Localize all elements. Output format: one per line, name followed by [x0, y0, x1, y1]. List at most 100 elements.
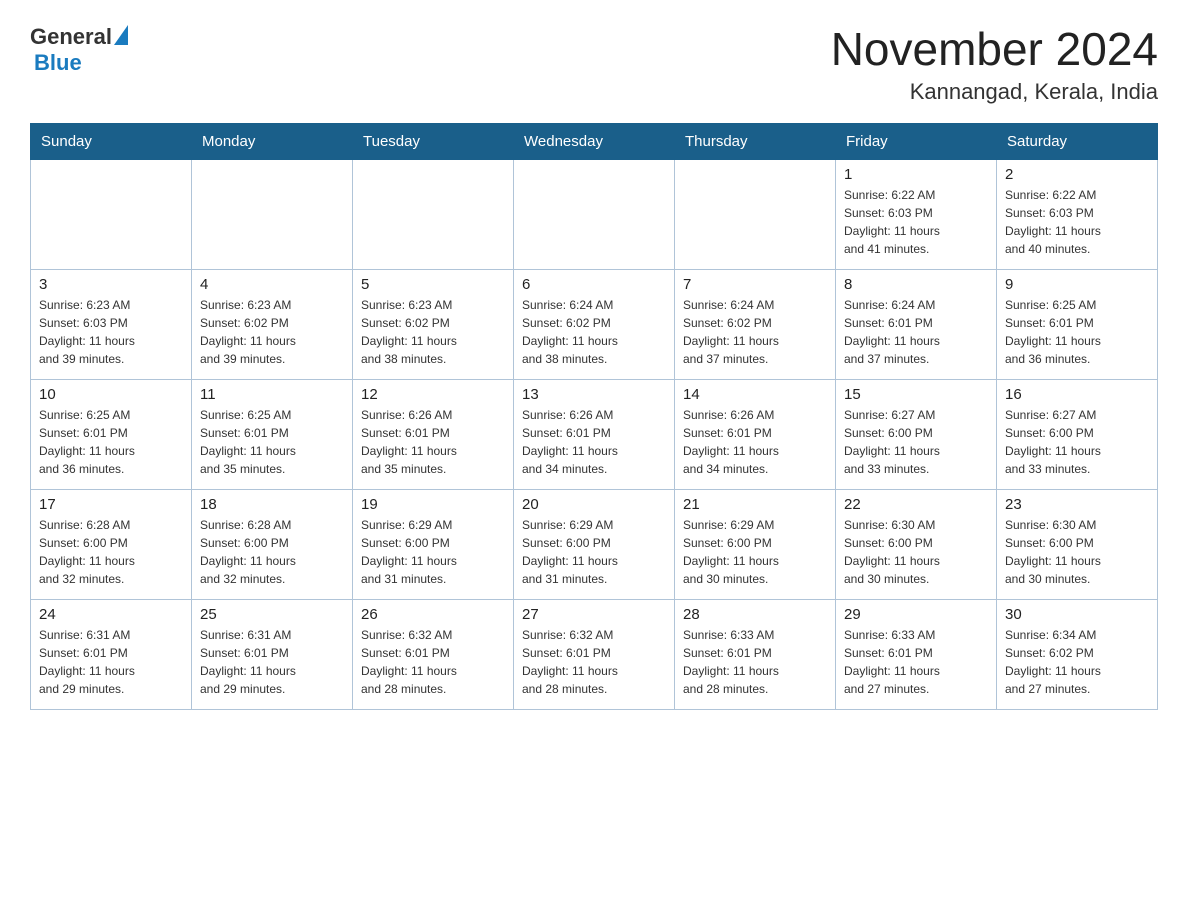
- day-number: 12: [361, 386, 505, 403]
- logo-blue-text: Blue: [34, 50, 128, 76]
- calendar-week-row: 17 Sunrise: 6:28 AMSunset: 6:00 PMDayligh…: [31, 489, 1158, 599]
- weekday-header-tuesday: Tuesday: [353, 123, 514, 159]
- day-info: Sunrise: 6:32 AMSunset: 6:01 PMDaylight:…: [361, 626, 505, 698]
- day-number: 2: [1005, 166, 1149, 183]
- calendar-cell: [31, 159, 192, 269]
- calendar-cell: 16 Sunrise: 6:27 AMSunset: 6:00 PMDayligh…: [997, 379, 1158, 489]
- day-info: Sunrise: 6:31 AMSunset: 6:01 PMDaylight:…: [200, 626, 344, 698]
- day-number: 20: [522, 496, 666, 513]
- calendar-week-row: 3 Sunrise: 6:23 AMSunset: 6:03 PMDaylight…: [31, 269, 1158, 379]
- month-title: November 2024: [831, 24, 1158, 75]
- logo-general-text: General: [30, 24, 112, 50]
- weekday-header-wednesday: Wednesday: [514, 123, 675, 159]
- day-number: 24: [39, 606, 183, 623]
- calendar-cell: 12Sunrise: 6:26 AMSunset: 6:01 PMDayligh…: [353, 379, 514, 489]
- calendar-cell: 19 Sunrise: 6:29 AMSunset: 6:00 PMDayligh…: [353, 489, 514, 599]
- calendar-cell: 1 Sunrise: 6:22 AMSunset: 6:03 PMDaylight…: [836, 159, 997, 269]
- day-info: Sunrise: 6:33 AMSunset: 6:01 PMDaylight:…: [683, 626, 827, 698]
- day-info: Sunrise: 6:32 AMSunset: 6:01 PMDaylight:…: [522, 626, 666, 698]
- calendar-week-row: 1 Sunrise: 6:22 AMSunset: 6:03 PMDaylight…: [31, 159, 1158, 269]
- day-info: Sunrise: 6:28 AMSunset: 6:00 PMDaylight:…: [200, 516, 344, 588]
- calendar-cell: 7 Sunrise: 6:24 AMSunset: 6:02 PMDaylight…: [675, 269, 836, 379]
- day-info: Sunrise: 6:27 AMSunset: 6:00 PMDaylight:…: [844, 406, 988, 478]
- weekday-header-sunday: Sunday: [31, 123, 192, 159]
- calendar-cell: 15Sunrise: 6:27 AMSunset: 6:00 PMDayligh…: [836, 379, 997, 489]
- day-number: 8: [844, 276, 988, 293]
- day-number: 18: [200, 496, 344, 513]
- calendar-cell: 23 Sunrise: 6:30 AMSunset: 6:00 PMDayligh…: [997, 489, 1158, 599]
- day-info: Sunrise: 6:33 AMSunset: 6:01 PMDaylight:…: [844, 626, 988, 698]
- calendar-cell: 4Sunrise: 6:23 AMSunset: 6:02 PMDaylight…: [192, 269, 353, 379]
- day-info: Sunrise: 6:30 AMSunset: 6:00 PMDaylight:…: [1005, 516, 1149, 588]
- day-number: 1: [844, 166, 988, 183]
- calendar-week-row: 10 Sunrise: 6:25 AMSunset: 6:01 PMDayligh…: [31, 379, 1158, 489]
- day-info: Sunrise: 6:25 AMSunset: 6:01 PMDaylight:…: [1005, 296, 1149, 368]
- day-info: Sunrise: 6:29 AMSunset: 6:00 PMDaylight:…: [361, 516, 505, 588]
- day-number: 19: [361, 496, 505, 513]
- day-info: Sunrise: 6:22 AMSunset: 6:03 PMDaylight:…: [844, 186, 988, 258]
- calendar-week-row: 24 Sunrise: 6:31 AMSunset: 6:01 PMDayligh…: [31, 599, 1158, 709]
- calendar-cell: 28 Sunrise: 6:33 AMSunset: 6:01 PMDayligh…: [675, 599, 836, 709]
- day-number: 23: [1005, 496, 1149, 513]
- day-number: 9: [1005, 276, 1149, 293]
- day-info: Sunrise: 6:26 AMSunset: 6:01 PMDaylight:…: [683, 406, 827, 478]
- day-info: Sunrise: 6:24 AMSunset: 6:02 PMDaylight:…: [522, 296, 666, 368]
- weekday-header-monday: Monday: [192, 123, 353, 159]
- day-info: Sunrise: 6:29 AMSunset: 6:00 PMDaylight:…: [683, 516, 827, 588]
- page-header: General Blue November 2024 Kannangad, Ke…: [30, 24, 1158, 105]
- calendar-cell: 30 Sunrise: 6:34 AMSunset: 6:02 PMDayligh…: [997, 599, 1158, 709]
- calendar-cell: 10Sunrise: 6:25 AMSunset: 6:01 PMDayligh…: [31, 379, 192, 489]
- calendar-cell: 13Sunrise: 6:26 AMSunset: 6:01 PMDayligh…: [514, 379, 675, 489]
- calendar-cell: 5Sunrise: 6:23 AMSunset: 6:02 PMDaylight…: [353, 269, 514, 379]
- day-number: 22: [844, 496, 988, 513]
- calendar-cell: 27 Sunrise: 6:32 AMSunset: 6:01 PMDayligh…: [514, 599, 675, 709]
- calendar-cell: 17 Sunrise: 6:28 AMSunset: 6:00 PMDayligh…: [31, 489, 192, 599]
- calendar-cell: 22 Sunrise: 6:30 AMSunset: 6:00 PMDayligh…: [836, 489, 997, 599]
- day-number: 27: [522, 606, 666, 623]
- day-info: Sunrise: 6:23 AMSunset: 6:02 PMDaylight:…: [200, 296, 344, 368]
- day-number: 3: [39, 276, 183, 293]
- calendar-cell: 2 Sunrise: 6:22 AMSunset: 6:03 PMDaylight…: [997, 159, 1158, 269]
- calendar-cell: 18 Sunrise: 6:28 AMSunset: 6:00 PMDayligh…: [192, 489, 353, 599]
- day-number: 14: [683, 386, 827, 403]
- calendar-cell: 21 Sunrise: 6:29 AMSunset: 6:00 PMDayligh…: [675, 489, 836, 599]
- calendar-cell: 3 Sunrise: 6:23 AMSunset: 6:03 PMDaylight…: [31, 269, 192, 379]
- day-number: 21: [683, 496, 827, 513]
- day-info: Sunrise: 6:25 AMSunset: 6:01 PMDaylight:…: [200, 406, 344, 478]
- day-number: 26: [361, 606, 505, 623]
- day-number: 16: [1005, 386, 1149, 403]
- calendar-cell: 20 Sunrise: 6:29 AMSunset: 6:00 PMDayligh…: [514, 489, 675, 599]
- day-info: Sunrise: 6:27 AMSunset: 6:00 PMDaylight:…: [1005, 406, 1149, 478]
- day-info: Sunrise: 6:28 AMSunset: 6:00 PMDaylight:…: [39, 516, 183, 588]
- calendar-cell: [514, 159, 675, 269]
- calendar-cell: 14 Sunrise: 6:26 AMSunset: 6:01 PMDayligh…: [675, 379, 836, 489]
- calendar-cell: 6 Sunrise: 6:24 AMSunset: 6:02 PMDaylight…: [514, 269, 675, 379]
- day-number: 28: [683, 606, 827, 623]
- day-info: Sunrise: 6:26 AMSunset: 6:01 PMDaylight:…: [522, 406, 666, 478]
- day-number: 10: [39, 386, 183, 403]
- calendar-cell: 24Sunrise: 6:31 AMSunset: 6:01 PMDayligh…: [31, 599, 192, 709]
- calendar-cell: 8 Sunrise: 6:24 AMSunset: 6:01 PMDaylight…: [836, 269, 997, 379]
- day-number: 6: [522, 276, 666, 293]
- calendar-cell: [192, 159, 353, 269]
- calendar-cell: 25 Sunrise: 6:31 AMSunset: 6:01 PMDayligh…: [192, 599, 353, 709]
- weekday-header-saturday: Saturday: [997, 123, 1158, 159]
- day-info: Sunrise: 6:22 AMSunset: 6:03 PMDaylight:…: [1005, 186, 1149, 258]
- calendar-table: SundayMondayTuesdayWednesdayThursdayFrid…: [30, 123, 1158, 710]
- day-number: 30: [1005, 606, 1149, 623]
- calendar-cell: 11Sunrise: 6:25 AMSunset: 6:01 PMDayligh…: [192, 379, 353, 489]
- day-info: Sunrise: 6:30 AMSunset: 6:00 PMDaylight:…: [844, 516, 988, 588]
- day-number: 7: [683, 276, 827, 293]
- day-info: Sunrise: 6:23 AMSunset: 6:02 PMDaylight:…: [361, 296, 505, 368]
- day-info: Sunrise: 6:24 AMSunset: 6:02 PMDaylight:…: [683, 296, 827, 368]
- day-info: Sunrise: 6:34 AMSunset: 6:02 PMDaylight:…: [1005, 626, 1149, 698]
- weekday-header-thursday: Thursday: [675, 123, 836, 159]
- day-number: 17: [39, 496, 183, 513]
- calendar-cell: 29Sunrise: 6:33 AMSunset: 6:01 PMDayligh…: [836, 599, 997, 709]
- title-section: November 2024 Kannangad, Kerala, India: [831, 24, 1158, 105]
- day-info: Sunrise: 6:24 AMSunset: 6:01 PMDaylight:…: [844, 296, 988, 368]
- calendar-cell: 26 Sunrise: 6:32 AMSunset: 6:01 PMDayligh…: [353, 599, 514, 709]
- day-info: Sunrise: 6:29 AMSunset: 6:00 PMDaylight:…: [522, 516, 666, 588]
- day-number: 25: [200, 606, 344, 623]
- day-info: Sunrise: 6:23 AMSunset: 6:03 PMDaylight:…: [39, 296, 183, 368]
